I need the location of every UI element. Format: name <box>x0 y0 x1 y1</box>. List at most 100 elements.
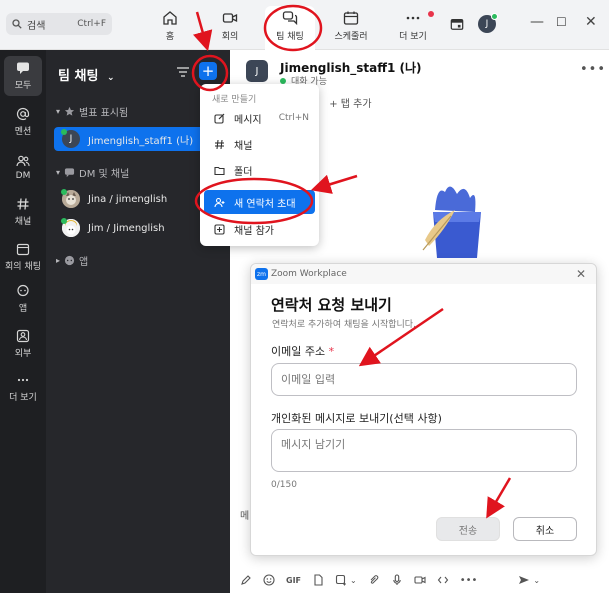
chat-header-avatar-initial: J <box>255 65 259 77</box>
menu-item-join-channel[interactable]: 채널 참가 <box>204 217 315 241</box>
rail-apps[interactable]: 앱 <box>0 279 46 319</box>
rail-more[interactable]: 더 보기 <box>0 368 46 408</box>
minimize-button[interactable]: — <box>530 14 544 30</box>
search-box[interactable]: 검색 Ctrl+F <box>6 13 112 35</box>
menu-item-label: 새 연락처 초대 <box>234 198 296 210</box>
composer-toolbar: GIF ⌄ ••• ⌄ <box>232 567 609 593</box>
left-rail: 모두 멘션 DM 채널 회의 채팅 앱 외부 더 보기 <box>0 50 46 593</box>
online-status-dot <box>61 218 67 224</box>
nav-scheduler[interactable]: 스케줄러 <box>326 6 376 46</box>
dialog-close-button[interactable]: ✕ <box>576 267 586 281</box>
rail-more-label: 더 보기 <box>9 393 37 403</box>
at-sign-icon <box>16 107 30 121</box>
rail-mentions-label: 멘션 <box>14 127 32 137</box>
plus-icon: + <box>201 61 215 80</box>
menu-item-shortcut: Ctrl+N <box>278 113 309 123</box>
calendar-icon[interactable] <box>450 17 464 31</box>
chevron-down-icon[interactable]: ⌄ <box>350 576 357 585</box>
message-textarea[interactable] <box>271 429 577 472</box>
rail-meeting-chats-label: 회의 채팅 <box>5 262 41 272</box>
rail-dm[interactable]: DM <box>0 147 46 187</box>
hash-icon <box>17 198 29 210</box>
new-chat-plus-button[interactable]: + <box>199 62 217 80</box>
email-label: 이메일 주소 * <box>271 343 334 359</box>
avatar: J <box>61 129 80 148</box>
profile-avatar-initial: J <box>485 19 489 29</box>
gif-icon[interactable]: GIF <box>286 576 301 585</box>
menu-item-invite-contact[interactable]: 새 연락처 초대 <box>204 190 315 214</box>
more-dots-icon[interactable]: ••• <box>460 575 478 586</box>
contact-request-dialog: zm Zoom Workplace ✕ 연락처 요청 보내기 연락처로 추가하여… <box>250 263 597 556</box>
add-tab-label: 탭 추가 <box>340 99 372 110</box>
zoom-logo: zm <box>255 268 268 280</box>
menu-item-channel[interactable]: 채널 <box>204 132 315 156</box>
chat-icon <box>17 62 29 74</box>
chat-item-jim[interactable]: Jim / Jimenglish <box>54 216 222 240</box>
chat-icon <box>64 168 75 178</box>
email-input[interactable] <box>271 363 577 396</box>
avatar <box>61 189 80 208</box>
rail-external[interactable]: 외부 <box>0 324 46 364</box>
rail-mentions[interactable]: 멘션 <box>0 102 46 142</box>
cancel-button[interactable]: 취소 <box>513 517 577 541</box>
send-button[interactable]: 전송 <box>436 517 500 541</box>
nav-home[interactable]: 홈 <box>145 6 195 46</box>
code-icon[interactable] <box>437 574 449 586</box>
filter-icon[interactable] <box>176 65 190 79</box>
compose-input-fragment[interactable]: 메 <box>240 507 249 522</box>
plus-square-icon <box>214 223 225 235</box>
rail-channels-label: 채널 <box>14 217 32 227</box>
calendar-clock-icon <box>343 11 359 25</box>
home-icon <box>163 11 177 25</box>
menu-item-label: 메시지 <box>234 114 262 126</box>
rail-channels[interactable]: 채널 <box>0 192 46 232</box>
send-icon[interactable] <box>518 574 530 586</box>
maximize-button[interactable]: ☐ <box>556 15 567 29</box>
starred-section-label: 별표 표시됨 <box>79 108 129 119</box>
video-clip-icon[interactable] <box>414 574 426 586</box>
online-status-dot <box>61 129 67 135</box>
chevron-down-icon: ⌄ <box>106 73 115 83</box>
app-bubble-icon <box>17 284 29 297</box>
screenshot-icon[interactable] <box>335 574 347 586</box>
nav-more-label: 더 보기 <box>399 32 427 42</box>
chat-item-jina[interactable]: Jina / jimenglish <box>54 187 222 211</box>
empty-chat-illustration <box>422 186 481 258</box>
apps-section-header[interactable]: ▸ 앱 <box>56 253 88 268</box>
chevron-down-icon[interactable]: ⌄ <box>533 576 540 585</box>
chat-more-options-button[interactable]: ••• <box>580 62 606 77</box>
starred-section-header[interactable]: ▾ 별표 표시됨 <box>56 104 128 119</box>
format-pen-icon[interactable] <box>240 574 252 586</box>
new-menu-dropdown: 새로 만들기 메시지 Ctrl+N 채널 폴더 새 연락처 초대 채널 참가 <box>200 84 319 246</box>
chat-item-name: Jim / Jimenglish <box>88 222 165 234</box>
chat-header-avatar: J <box>246 60 268 82</box>
close-window-button[interactable]: ✕ <box>585 14 597 30</box>
calendar-chat-icon <box>16 243 30 256</box>
chevron-right-icon: ▸ <box>56 256 61 265</box>
menu-item-new-message[interactable]: 메시지 Ctrl+N <box>204 106 315 130</box>
profile-avatar[interactable]: J <box>478 13 498 33</box>
dialog-title: 연락처 요청 보내기 <box>271 296 392 314</box>
search-icon <box>12 19 22 29</box>
chat-item-self[interactable]: J Jimenglish_staff1 (나) <box>54 127 222 151</box>
menu-item-folder[interactable]: 폴더 <box>204 158 315 182</box>
nav-team-chat[interactable]: 팀 채팅 <box>265 6 315 50</box>
add-tab-button[interactable]: + 탭 추가 <box>329 95 371 110</box>
notification-dot <box>428 11 434 17</box>
dm-section-header[interactable]: ▾ DM 및 채널 <box>56 165 129 180</box>
people-icon <box>16 155 30 166</box>
chevron-down-icon: ▾ <box>56 168 61 177</box>
dialog-subtitle: 연락처로 추가하여 채팅을 시작합니다. <box>272 320 416 330</box>
add-contact-icon <box>214 197 225 207</box>
rail-meeting-chats[interactable]: 회의 채팅 <box>0 237 46 277</box>
clip-icon[interactable] <box>368 574 380 586</box>
rail-all[interactable]: 모두 <box>4 56 42 96</box>
more-dots-icon <box>406 16 420 20</box>
emoji-icon[interactable] <box>263 574 275 586</box>
menu-item-label: 채널 <box>234 140 253 152</box>
chat-bubbles-icon <box>282 11 298 26</box>
panel-title[interactable]: 팀 채팅 ⌄ <box>58 65 114 84</box>
nav-meetings[interactable]: 회의 <box>205 6 255 46</box>
file-icon[interactable] <box>312 574 324 586</box>
microphone-icon[interactable] <box>391 574 403 586</box>
